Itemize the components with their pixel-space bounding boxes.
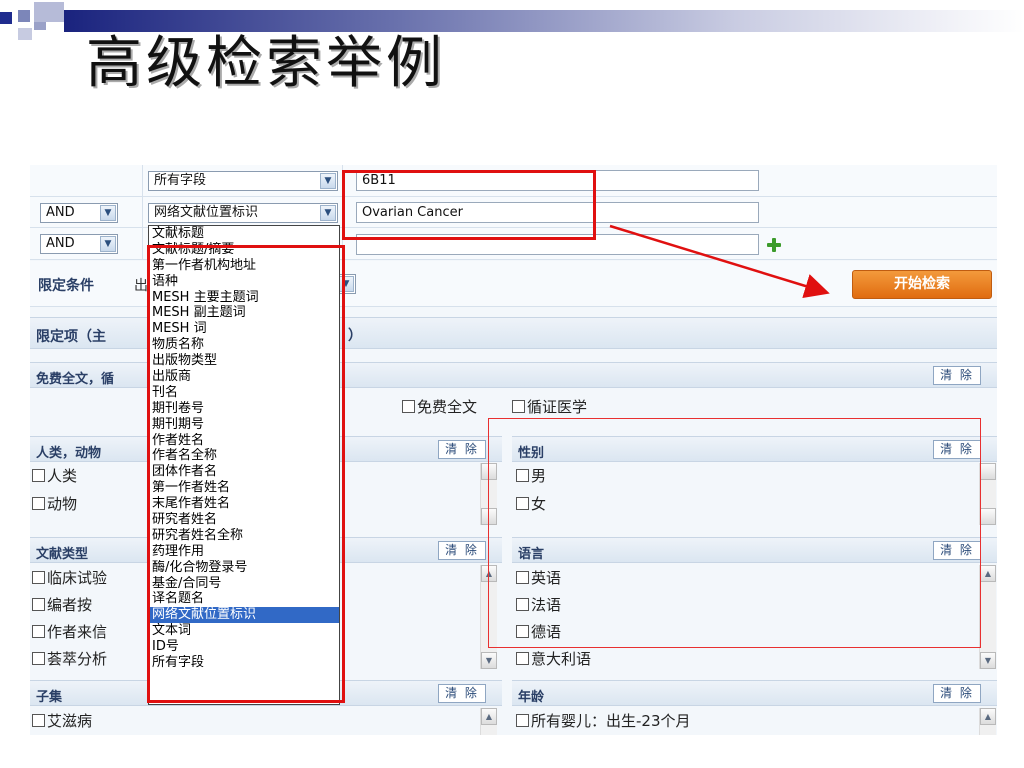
annotation-arrow bbox=[609, 224, 830, 299]
